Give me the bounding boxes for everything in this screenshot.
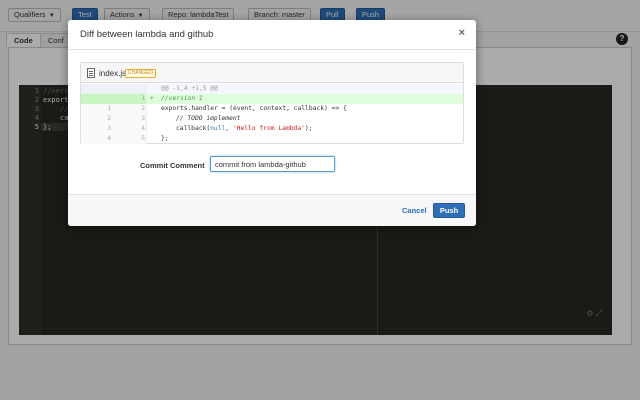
diff-code: //version 1	[161, 95, 203, 102]
push-button[interactable]: Push	[433, 203, 465, 218]
diff-file-header: index.js CHANGED	[81, 63, 463, 83]
diff-hunk-header: @@ -1,4 +1,5 @@	[81, 84, 463, 94]
diff-row: 2 3 // TODO implement	[81, 114, 463, 124]
diff-row: 1 2 exports.handler = (event, context, c…	[81, 104, 463, 114]
file-icon	[87, 68, 95, 78]
old-line-number: 1	[107, 105, 111, 112]
file-name: index.js	[99, 69, 127, 78]
code-token: ,	[225, 125, 233, 132]
close-icon[interactable]: ×	[459, 28, 465, 39]
commit-comment-input[interactable]	[210, 156, 335, 172]
old-line-number: 3	[107, 125, 111, 132]
dialog-header: Diff between lambda and github ×	[68, 20, 476, 50]
cancel-button[interactable]: Cancel	[402, 206, 427, 215]
hunk-text: @@ -1,4 +1,5 @@	[161, 85, 218, 92]
diff-code: callback(null, 'Hello from Lambda');	[161, 124, 313, 134]
added-mark: +	[150, 95, 154, 102]
diff-code: exports.handler = (event, context, callb…	[161, 105, 347, 112]
diff-viewer: index.js CHANGED @@ -1,4 +1,5 @@ 1 + //v…	[80, 62, 464, 144]
diff-code: // TODO implement	[176, 115, 241, 122]
new-line-number: 2	[141, 105, 145, 112]
dialog-title: Diff between lambda and github	[80, 29, 214, 40]
new-line-number: 1	[141, 95, 145, 102]
code-token: callback(	[176, 125, 211, 132]
new-line-number: 5	[141, 135, 145, 142]
new-line-number: 4	[141, 125, 145, 132]
old-line-number: 4	[107, 135, 111, 142]
status-badge: CHANGED	[125, 69, 157, 78]
diff-row: 3 4 callback(null, 'Hello from Lambda');	[81, 124, 463, 134]
new-line-number: 3	[141, 115, 145, 122]
code-token-null: null	[210, 125, 226, 132]
diff-row-added: 1 + //version 1	[81, 94, 463, 104]
diff-dialog: Diff between lambda and github × index.j…	[68, 20, 476, 226]
diff-code: };	[161, 135, 169, 142]
code-token-string: 'Hello from Lambda'	[232, 125, 305, 132]
code-token: );	[304, 125, 313, 132]
old-line-number: 2	[107, 115, 111, 122]
diff-row: 4 5 };	[81, 134, 463, 144]
commit-comment-label: Commit Comment	[140, 161, 205, 170]
dialog-footer: Cancel Push	[68, 194, 476, 226]
